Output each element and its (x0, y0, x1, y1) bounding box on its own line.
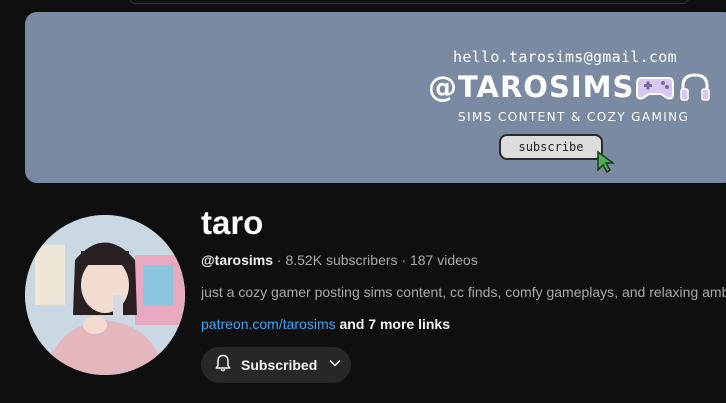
headphones-icon (679, 72, 711, 107)
patreon-link[interactable]: patreon.com/tarosims (201, 316, 336, 332)
channel-description[interactable]: just a cozy gamer posting sims content, … (201, 284, 726, 300)
channel-avatar[interactable] (25, 215, 185, 375)
subscriber-count: 8.52K subscribers (285, 252, 398, 268)
channel-banner: hello.tarosims@gmail.com @TAROSIMS SIMS … (25, 12, 726, 183)
meta-separator: · (397, 252, 410, 268)
video-count[interactable]: 187 videos (410, 252, 478, 268)
cursor-icon (595, 150, 617, 179)
subscribed-button[interactable]: Subscribed (201, 347, 351, 383)
search-bar-edge[interactable] (128, 0, 690, 4)
banner-subscribe-graphic: subscribe (499, 134, 603, 160)
bell-icon (213, 353, 233, 378)
subscribed-label: Subscribed (241, 357, 318, 373)
banner-tagline: SIMS CONTENT & COZY GAMING (458, 110, 690, 124)
channel-handle: @tarosims (201, 252, 274, 268)
banner-handle: @TAROSIMS (428, 70, 635, 104)
channel-links: patreon.com/tarosims and 7 more links (201, 316, 450, 332)
meta-separator: · (273, 252, 286, 268)
gamepad-icon (635, 72, 675, 107)
more-links-button[interactable]: and 7 more links (340, 316, 450, 332)
channel-name: taro (201, 204, 264, 241)
channel-meta: @tarosims · 8.52K subscribers · 187 vide… (201, 252, 478, 268)
chevron-down-icon (325, 353, 345, 378)
banner-email: hello.tarosims@gmail.com (453, 48, 677, 66)
